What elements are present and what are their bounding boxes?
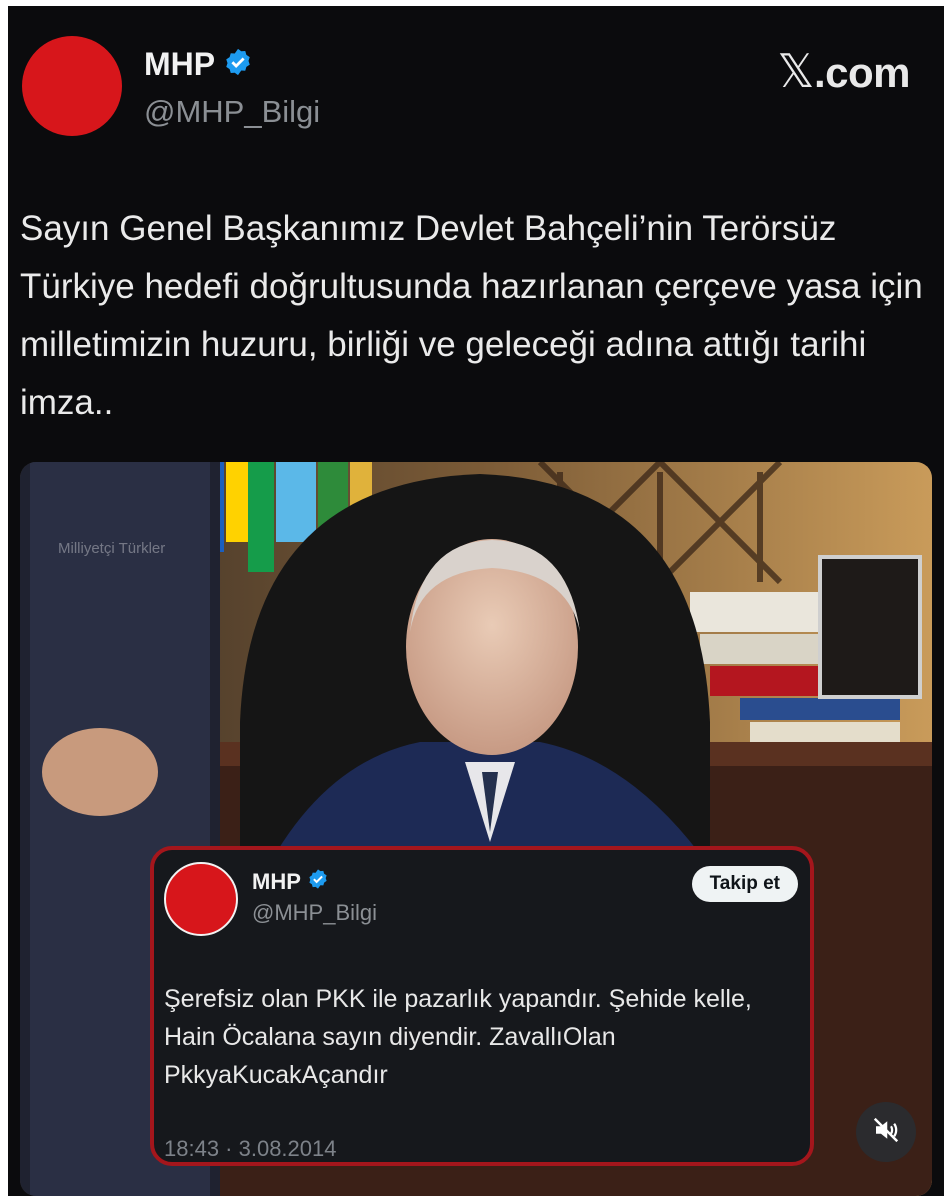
verified-badge-icon — [223, 47, 253, 82]
photo-watermark: Milliyetçi Türkler — [58, 540, 166, 557]
mhp-logo-icon[interactable] — [164, 862, 238, 936]
follow-button[interactable]: Takip et — [691, 866, 798, 902]
embedded-tweet-card: MHP @MHP_Bilgi Takip et Şerefsiz olan PK… — [150, 846, 814, 1166]
x-logo-icon: 𝕏 — [777, 45, 814, 97]
verified-badge-icon — [307, 868, 329, 895]
post-text: Sayın Genel Başkanımız Devlet Bahçeli’ni… — [20, 209, 923, 422]
mute-icon — [871, 1115, 901, 1150]
embedded-author-name[interactable]: MHP — [252, 869, 301, 895]
source-domain: .com — [813, 49, 911, 96]
embedded-tweet-timestamp[interactable]: 18:43 · 3.08.2014 — [164, 1136, 336, 1162]
mhp-logo-icon[interactable] — [22, 36, 122, 136]
author-name[interactable]: MHP — [144, 46, 215, 83]
embedded-author-handle[interactable]: @MHP_Bilgi — [252, 900, 377, 926]
author-handle[interactable]: @MHP_Bilgi — [144, 94, 320, 130]
post-header: MHP @MHP_Bilgi 𝕏.com — [8, 6, 944, 156]
source-label: 𝕏.com — [777, 44, 910, 98]
embedded-tweet-text: Şerefsiz olan PKK ile pazarlık yapandır.… — [164, 985, 752, 1089]
mute-button[interactable] — [856, 1102, 916, 1162]
post-frame: MHP @MHP_Bilgi 𝕏.com Sayın Genel Başkanı… — [8, 6, 944, 1196]
